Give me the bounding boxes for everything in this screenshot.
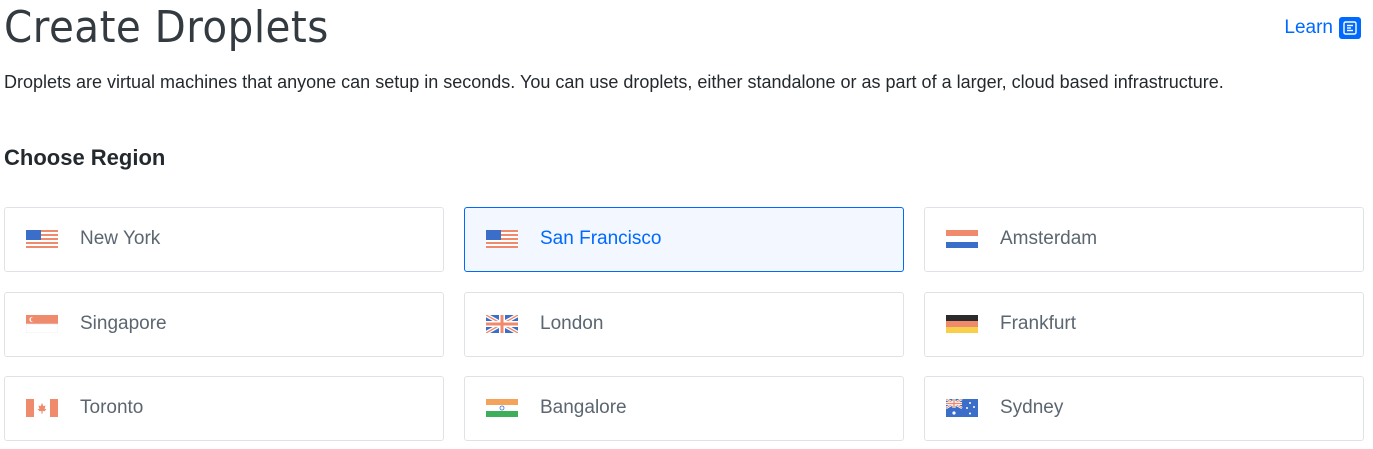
region-label: Singapore bbox=[80, 313, 167, 334]
canada-flag-icon bbox=[26, 399, 58, 417]
region-label: Amsterdam bbox=[1000, 228, 1098, 249]
learn-link[interactable]: Learn bbox=[1284, 17, 1361, 39]
region-card-amsterdam[interactable]: Amsterdam bbox=[924, 207, 1364, 272]
region-card-london[interactable]: London bbox=[464, 292, 904, 357]
region-label: San Francisco bbox=[540, 228, 662, 249]
region-card-frankfurt[interactable]: Frankfurt bbox=[924, 292, 1364, 357]
region-label: Sydney bbox=[1000, 397, 1064, 418]
region-card-singapore[interactable]: Singapore bbox=[4, 292, 444, 357]
singapore-flag-icon bbox=[26, 315, 58, 333]
uk-flag-icon bbox=[486, 315, 518, 333]
netherlands-flag-icon bbox=[946, 230, 978, 248]
region-label: London bbox=[540, 313, 604, 334]
region-grid: New York San Francisco Amsterdam Singapo… bbox=[4, 207, 1364, 441]
learn-label: Learn bbox=[1284, 17, 1333, 38]
us-flag-icon bbox=[486, 230, 518, 248]
document-icon bbox=[1339, 17, 1361, 39]
region-card-bangalore[interactable]: Bangalore bbox=[464, 376, 904, 441]
page-title: Create Droplets bbox=[4, 2, 329, 53]
region-card-sydney[interactable]: Sydney bbox=[924, 376, 1364, 441]
region-card-toronto[interactable]: Toronto bbox=[4, 376, 444, 441]
region-label: Frankfurt bbox=[1000, 313, 1077, 334]
create-droplets-page: Create Droplets Learn Droplets are virtu… bbox=[0, 0, 1373, 449]
region-label: Bangalore bbox=[540, 397, 627, 418]
region-card-new-york[interactable]: New York bbox=[4, 207, 444, 272]
region-label: Toronto bbox=[80, 397, 144, 418]
germany-flag-icon bbox=[946, 315, 978, 333]
us-flag-icon bbox=[26, 230, 58, 248]
region-label: New York bbox=[80, 228, 161, 249]
region-card-san-francisco[interactable]: San Francisco bbox=[464, 207, 904, 272]
page-description: Droplets are virtual machines that anyon… bbox=[4, 72, 1224, 92]
choose-region-title: Choose Region bbox=[4, 145, 166, 170]
australia-flag-icon bbox=[946, 399, 978, 417]
india-flag-icon bbox=[486, 399, 518, 417]
